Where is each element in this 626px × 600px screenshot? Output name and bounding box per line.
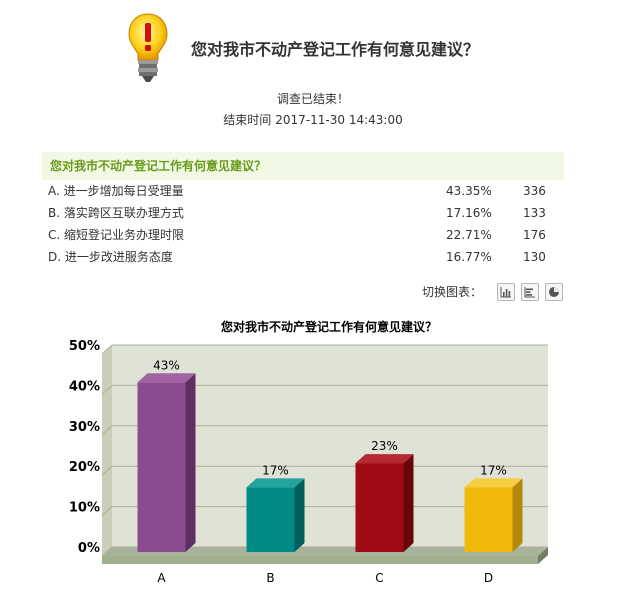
option-percent: 43.35% xyxy=(446,184,492,198)
pie-chart-button[interactable] xyxy=(545,283,563,301)
bar-b xyxy=(246,487,295,552)
survey-status: 调查已结束！ xyxy=(276,92,349,106)
option-label: D. 进一步改进服务态度 xyxy=(48,250,173,264)
bar-side xyxy=(185,373,196,552)
end-time-label: 结束时间 xyxy=(223,113,272,127)
survey-end-time: 结束时间 2017-11-30 14:43:00 xyxy=(0,111,626,128)
x-tick-label: D xyxy=(484,571,493,585)
bar-chart-icon xyxy=(500,287,511,298)
bar-top xyxy=(355,454,414,464)
option-count: 176 xyxy=(523,228,546,242)
bar-chart: 您对我市不动产登记工作有何意见建议？ 0% 10% 20% 30% 40% 50% 43% A… xyxy=(69,319,548,585)
bar-side xyxy=(512,478,523,552)
survey-title: 您对我市不动产登记工作有何意见建议？ xyxy=(190,40,479,59)
bar-side xyxy=(294,478,305,552)
bar-c xyxy=(355,463,404,552)
plot-side-wall xyxy=(102,345,112,556)
y-tick-label: 50% xyxy=(69,339,100,354)
plot-floor-front xyxy=(102,556,538,564)
y-tick-label: 40% xyxy=(69,379,100,394)
bar-side xyxy=(403,454,414,552)
x-tick-label: A xyxy=(157,571,166,585)
x-tick-label: B xyxy=(266,571,274,585)
bar-chart-button[interactable] xyxy=(497,283,515,301)
pie-chart-icon xyxy=(549,287,559,297)
option-label: A. 进一步增加每日受理量 xyxy=(48,184,184,198)
horizontal-bar-chart-button[interactable] xyxy=(521,283,539,301)
result-row-c: C. 缩短登记业务办理时限 22.71% 176 xyxy=(42,224,564,246)
chart-switch-label: 切换图表： xyxy=(422,285,483,299)
option-percent: 22.71% xyxy=(446,228,492,242)
bar-top xyxy=(246,478,305,488)
option-label: B. 落实跨区互联办理方式 xyxy=(48,206,184,220)
end-time-value: 2017-11-30 14:43:00 xyxy=(275,113,403,127)
question-header: 您对我市不动产登记工作有何意见建议？ xyxy=(42,152,564,180)
y-tick-label: 20% xyxy=(69,460,100,475)
option-percent: 17.16% xyxy=(446,206,492,220)
data-label: 23% xyxy=(371,439,398,453)
bar-d xyxy=(464,487,513,552)
y-tick-label: 30% xyxy=(69,420,100,435)
bar-top xyxy=(464,478,523,488)
result-row-d: D. 进一步改进服务态度 16.77% 130 xyxy=(42,246,564,268)
result-row-b: B. 落实跨区互联办理方式 17.16% 133 xyxy=(42,202,564,224)
x-tick-label: C xyxy=(375,571,383,585)
data-label: 17% xyxy=(262,463,289,477)
horizontal-bar-chart-icon xyxy=(524,287,535,298)
result-row-a: A. 进一步增加每日受理量 43.35% 336 xyxy=(42,180,564,202)
option-percent: 16.77% xyxy=(446,250,492,264)
data-label: 43% xyxy=(153,358,180,372)
data-label: 17% xyxy=(480,463,507,477)
bar-a xyxy=(137,382,186,552)
bar-top xyxy=(137,373,196,383)
y-tick-label: 0% xyxy=(78,541,100,556)
chart-title: 您对我市不动产登记工作有何意见建议？ xyxy=(221,319,437,334)
option-label: C. 缩短登记业务办理时限 xyxy=(48,228,185,242)
option-count: 130 xyxy=(523,250,546,264)
option-count: 336 xyxy=(523,184,546,198)
y-tick-label: 10% xyxy=(69,501,100,516)
option-count: 133 xyxy=(523,206,546,220)
